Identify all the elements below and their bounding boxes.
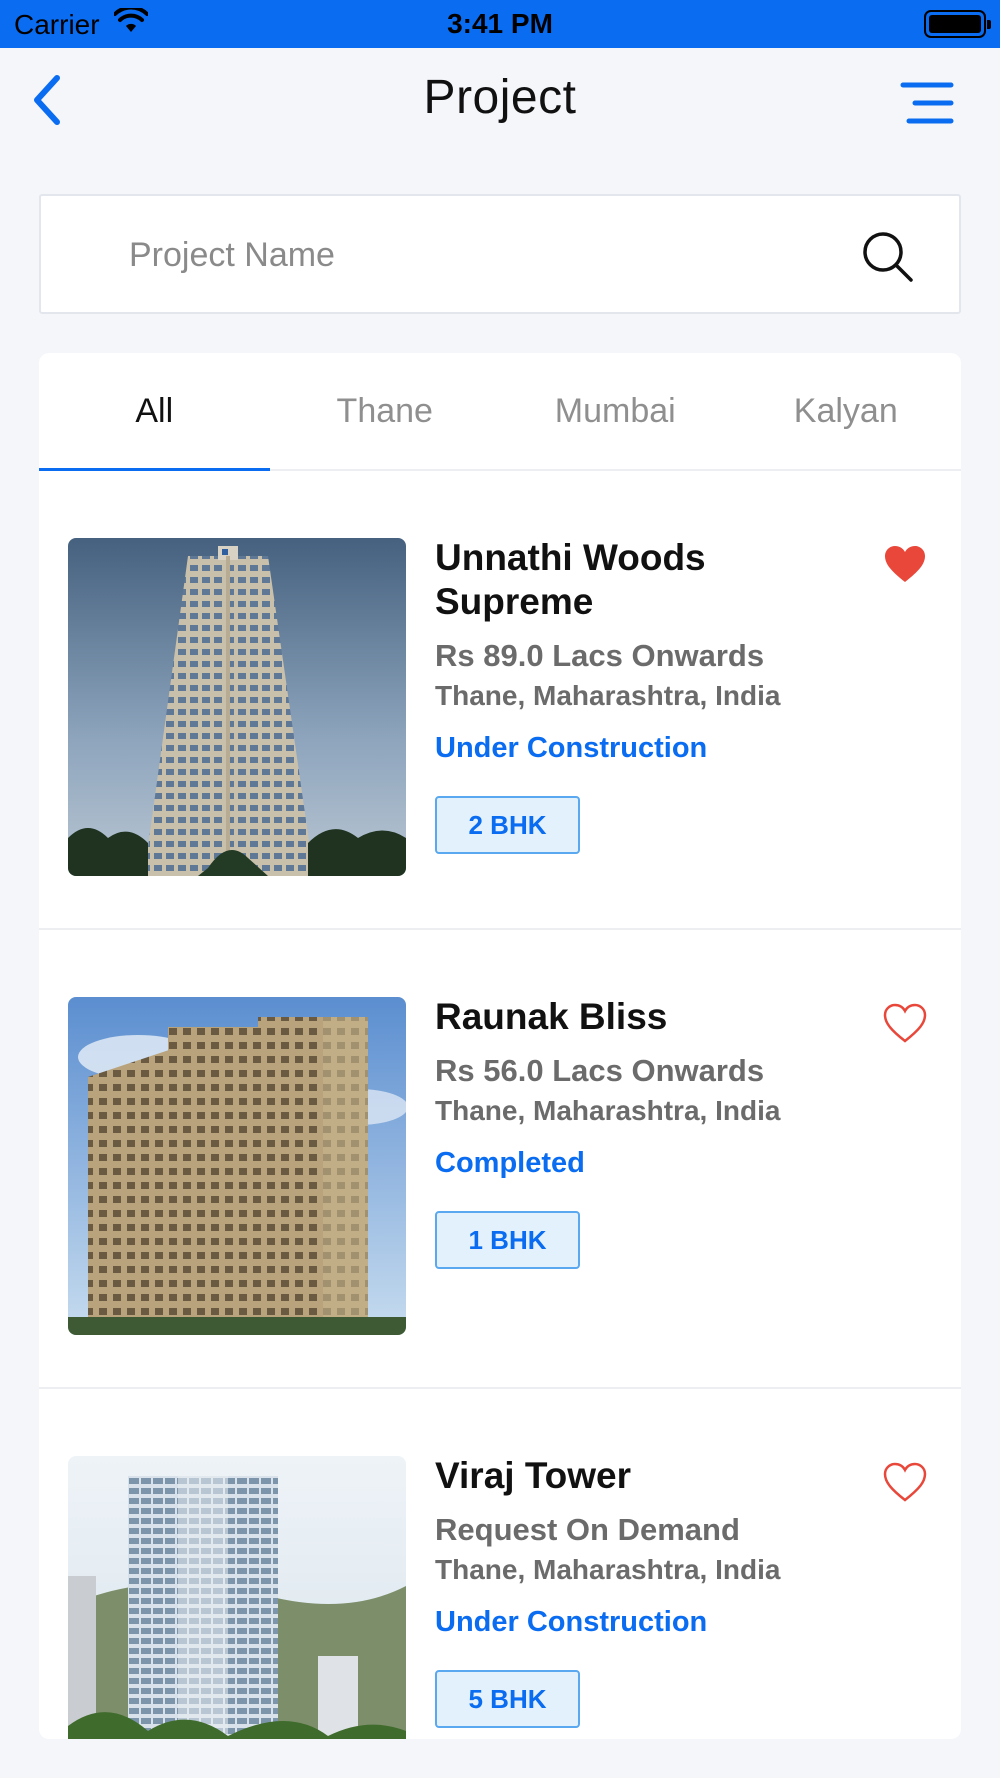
menu-button[interactable] xyxy=(900,80,954,126)
project-image xyxy=(68,1456,406,1739)
tab-thane[interactable]: Thane xyxy=(270,353,501,469)
project-name: Unnathi Woods Supreme xyxy=(435,537,706,622)
heart-outline-icon xyxy=(883,1462,927,1502)
project-price: Rs 89.0 Lacs Onwards xyxy=(435,638,765,673)
project-price: Rs 56.0 Lacs Onwards xyxy=(435,1053,765,1088)
status-time: 3:41 PM xyxy=(447,8,553,39)
project-info: Raunak Bliss Rs 56.0 Lacs Onwards Thane,… xyxy=(435,995,855,1269)
favorite-button[interactable] xyxy=(883,1002,927,1046)
project-price: Request On Demand xyxy=(435,1512,740,1547)
location-tabs: All Thane Mumbai Kalyan xyxy=(39,353,961,471)
project-image xyxy=(68,538,406,876)
project-status: Under Construction xyxy=(435,1606,708,1638)
project-location: Thane, Maharashtra, India xyxy=(435,680,781,711)
tab-kalyan[interactable]: Kalyan xyxy=(731,353,962,469)
project-item[interactable]: Raunak Bliss Rs 56.0 Lacs Onwards Thane,… xyxy=(39,930,961,1389)
favorite-button[interactable] xyxy=(883,543,927,587)
search-box xyxy=(39,194,961,314)
heart-filled-icon xyxy=(885,546,925,582)
menu-icon xyxy=(900,82,954,124)
bhk-badge[interactable]: 5 BHK xyxy=(435,1670,580,1728)
nav-bar: Project xyxy=(0,48,1000,158)
project-info: Viraj Tower Request On Demand Thane, Mah… xyxy=(435,1454,855,1728)
project-name: Raunak Bliss xyxy=(435,996,668,1037)
favorite-button[interactable] xyxy=(883,1461,927,1505)
project-location: Thane, Maharashtra, India xyxy=(435,1554,781,1585)
tab-mumbai[interactable]: Mumbai xyxy=(500,353,731,469)
heart-outline-icon xyxy=(883,1003,927,1043)
search-button[interactable] xyxy=(861,230,915,284)
project-info: Unnathi Woods Supreme Rs 89.0 Lacs Onwar… xyxy=(435,536,855,854)
project-item[interactable]: Unnathi Woods Supreme Rs 89.0 Lacs Onwar… xyxy=(39,471,961,930)
bhk-badge[interactable]: 2 BHK xyxy=(435,796,580,854)
search-icon xyxy=(863,232,913,282)
page-title: Project xyxy=(423,71,577,124)
status-bar: Carrier 3:41 PM xyxy=(0,0,1000,48)
battery-icon xyxy=(924,10,991,38)
project-location: Thane, Maharashtra, India xyxy=(435,1095,781,1126)
project-status: Under Construction xyxy=(435,732,708,764)
project-image xyxy=(68,997,406,1335)
bhk-badge[interactable]: 1 BHK xyxy=(435,1211,580,1269)
search-input[interactable] xyxy=(129,230,829,280)
project-list-card: All Thane Mumbai Kalyan Unnathi Woods Su… xyxy=(39,353,961,1739)
project-status: Completed xyxy=(435,1147,585,1179)
project-item[interactable]: Viraj Tower Request On Demand Thane, Mah… xyxy=(39,1389,961,1739)
tab-all[interactable]: All xyxy=(39,353,270,471)
project-name: Viraj Tower xyxy=(435,1455,632,1496)
